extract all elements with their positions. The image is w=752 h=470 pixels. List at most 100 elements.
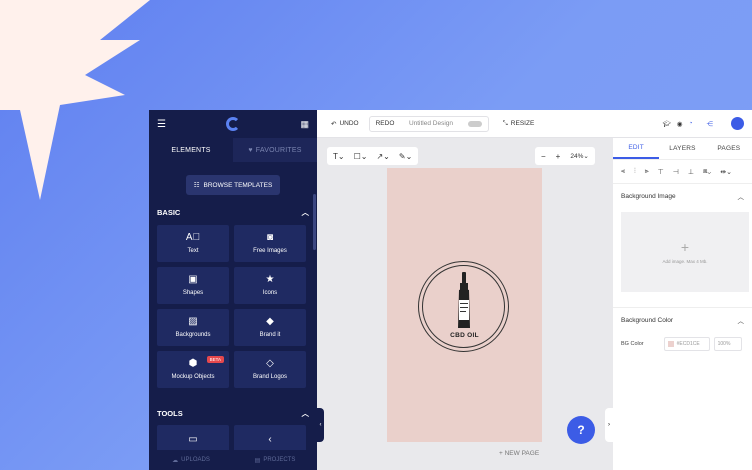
text-tool-button[interactable]: T⌄ <box>333 152 345 161</box>
top-bar: ↶ UNDO REDO Untitled Design ⤡ RESIZE 🎓︎ ◉ ◔… <box>317 110 752 138</box>
element-tile-free-images[interactable]: ◙ Free Images <box>234 225 306 262</box>
beta-badge: BETA <box>206 356 224 363</box>
tile-label: Mockup Objects <box>171 374 215 380</box>
background-color-heading: Background Color <box>621 316 674 324</box>
tab-layers[interactable]: LAYERS <box>659 138 705 159</box>
distribute-icon[interactable]: ⧈⌄ <box>703 168 711 176</box>
resize-label: RESIZE <box>510 120 535 127</box>
cbd-oil-text[interactable]: CBD OIL <box>387 332 542 339</box>
share-icon[interactable]: ⋲ <box>707 120 714 128</box>
heart-icon: ♥ <box>248 146 253 154</box>
tab-pages[interactable]: PAGES <box>706 138 752 159</box>
help-button[interactable]: ? <box>567 416 595 444</box>
tile-label: Free Images <box>253 248 287 254</box>
zoom-in-button[interactable]: + <box>556 152 561 161</box>
cloud-icon: ☁ <box>172 457 179 464</box>
tools-section-header[interactable]: TOOLS ︿ <box>149 406 317 420</box>
element-tile-mockup-objects[interactable]: BETA ⬢ Mockup Objects <box>157 351 229 388</box>
upload-hint: Add image. Max 4 Mb. <box>662 258 708 264</box>
projects-button[interactable]: ▤ PROJECTS <box>233 450 317 470</box>
uploads-button[interactable]: ☁ UPLOADS <box>149 450 233 470</box>
zoom-out-button[interactable]: − <box>541 152 546 161</box>
undo-icon: ↶ <box>331 120 337 128</box>
cloud-sync-icon <box>467 120 482 127</box>
templates-icon: ☷ <box>193 182 200 189</box>
owl-icon[interactable]: ◉ <box>677 120 683 128</box>
element-tile-brand-it[interactable]: ◆ Brand it <box>234 309 306 346</box>
undo-button[interactable]: ↶ UNDO <box>331 120 359 128</box>
color-swatch <box>667 341 674 347</box>
sidebar-scrollbar[interactable] <box>313 194 316 250</box>
editor-app: ☰ ▦ ELEMENTS ♥ FAVOURITES ☷ BROWSE TEMPLA… <box>149 110 752 470</box>
resize-button[interactable]: ⤡ RESIZE <box>503 120 535 128</box>
browse-templates-button[interactable]: ☷ BROWSE TEMPLATES <box>186 175 280 195</box>
folder-icon: ▤ <box>254 457 261 464</box>
background-image-heading: Background Image <box>621 192 676 200</box>
element-tile-brand-logos[interactable]: ◇ Brand Logos <box>234 351 306 388</box>
menu-icon[interactable]: ☰ <box>157 119 166 130</box>
projects-label: PROJECTS <box>263 457 296 463</box>
tab-elements[interactable]: ELEMENTS <box>149 138 233 162</box>
draw-tool-button[interactable]: ✎⌄ <box>399 152 412 161</box>
bg-color-input[interactable]: #ECD1CE <box>663 337 710 351</box>
bottle-image[interactable] <box>457 272 471 330</box>
bg-color-value: #ECD1CE <box>676 341 700 347</box>
element-tile-shapes[interactable]: ▣ Shapes <box>157 267 229 304</box>
sidebar: ☰ ▦ ELEMENTS ♥ FAVOURITES ☷ BROWSE TEMPLA… <box>149 110 317 470</box>
pattern-icon: ▨ <box>188 316 198 327</box>
star-icon: ★ <box>265 274 275 285</box>
line-tool-button[interactable]: ↗⌄ <box>376 152 389 161</box>
align-left-icon[interactable]: ⫷ <box>621 168 625 176</box>
image-upload-area[interactable]: + Add image. Max 4 Mb. <box>621 212 749 292</box>
design-canvas[interactable]: CBD OIL <box>387 168 542 442</box>
align-right-icon[interactable]: ⫸ <box>645 168 649 176</box>
spacing-icon[interactable]: ⇹⌄ <box>720 168 732 176</box>
document-name-field[interactable]: REDO Untitled Design <box>368 115 489 132</box>
background-color-header[interactable]: Background Color ︿ <box>613 308 752 332</box>
shape-tool-button[interactable]: ☐⌄ <box>354 152 368 161</box>
sidebar-bottom-nav: ☁ UPLOADS ▤ PROJECTS <box>149 450 317 470</box>
element-tile-backgrounds[interactable]: ▨ Backgrounds <box>157 309 229 346</box>
align-bottom-icon[interactable]: ⊥ <box>688 168 694 176</box>
align-center-icon[interactable]: ⫶ <box>634 168 636 176</box>
tile-label: Backgrounds <box>175 332 211 338</box>
new-page-button[interactable]: + NEW PAGE <box>499 450 539 457</box>
basic-section-header[interactable]: BASIC ︿ <box>149 205 317 219</box>
grid-menu-icon[interactable]: ▦ <box>300 119 309 130</box>
avatar[interactable] <box>731 117 744 130</box>
opacity-value: 100% <box>717 341 731 347</box>
undo-label: UNDO <box>339 120 359 127</box>
bg-color-label: BG Color <box>621 341 644 347</box>
align-top-icon[interactable]: ⊤ <box>658 168 664 176</box>
tab-edit[interactable]: EDIT <box>613 138 660 159</box>
text-tool-label: T <box>333 151 338 161</box>
chevron-up-icon: ︿ <box>737 194 745 201</box>
graduation-cap-icon[interactable]: 🎓︎ <box>663 120 671 128</box>
sidebar-collapse-handle[interactable]: ‹ <box>317 408 324 442</box>
chevron-left-icon: ‹ <box>319 422 322 428</box>
bg-color-row: BG Color #ECD1CE 100% <box>613 332 752 356</box>
uploads-label: UPLOADS <box>181 457 210 463</box>
logo-small-icon[interactable]: ◔ <box>689 120 693 127</box>
element-tile-text[interactable]: A⃞ Text <box>157 225 229 262</box>
diamond-icon: ◇ <box>266 358 274 369</box>
tab-favourites[interactable]: ♥ FAVOURITES <box>233 138 317 162</box>
align-middle-icon[interactable]: ⊣ <box>673 168 679 176</box>
zoom-pill: − + 24%⌄ <box>535 147 595 165</box>
tab-favourites-label: FAVOURITES <box>255 146 302 154</box>
basic-grid: A⃞ Text ◙ Free Images ▣ Shapes ★ Icons ▨ Back… <box>149 225 317 388</box>
comment-icon: ▭ <box>188 434 198 445</box>
zoom-level[interactable]: 24%⌄ <box>570 152 588 160</box>
opacity-input[interactable]: 100% <box>713 337 742 351</box>
image-icon: ▣ <box>188 274 198 285</box>
plus-icon: + <box>680 238 690 255</box>
element-tile-icons[interactable]: ★ Icons <box>234 267 306 304</box>
tile-label: Text <box>187 248 199 254</box>
text-icon: A⃞ <box>185 232 201 243</box>
tile-label: Brand Logos <box>252 374 288 380</box>
chevron-up-icon: ︿ <box>301 207 310 217</box>
chevron-right-icon: › <box>608 422 610 428</box>
background-image-header[interactable]: Background Image ︿ <box>613 184 752 208</box>
panel-collapse-handle[interactable]: › <box>605 408 613 442</box>
document-name: Untitled Design <box>408 120 454 127</box>
